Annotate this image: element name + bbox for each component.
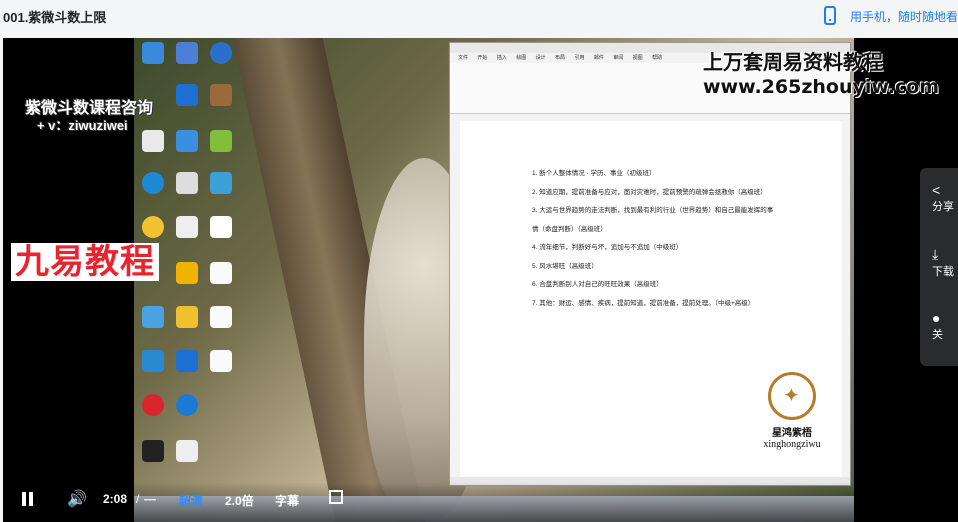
xinghong-logo: 星鸿紫梧 xinghongziwu bbox=[755, 372, 829, 462]
list-item: 2. 知道应期，提前准备与应对，面对灾难时，提前预警的疏弹会拯救你（高级班） bbox=[532, 188, 767, 196]
desktop-icon bbox=[134, 216, 172, 240]
player-controls: 🔊 2:08 / --- 超清 2.0倍 字幕 bbox=[3, 482, 958, 522]
pause-button[interactable] bbox=[21, 492, 35, 506]
word-menu-item: 视图 bbox=[632, 55, 643, 61]
list-item: 3. 大运与世界趋势的走法判断，找到最有利的行业（世界趋势）和自己最能发挥的事 bbox=[532, 207, 774, 214]
desktop-icon bbox=[202, 262, 240, 286]
share-icon: < bbox=[932, 182, 941, 198]
url-overlay: www.265zhouyiw.com bbox=[703, 76, 940, 98]
quality-button[interactable]: 超清 bbox=[179, 492, 203, 509]
resources-overlay: 上万套周易资料教程 bbox=[703, 52, 883, 74]
close-lights-button[interactable]: ● 关 bbox=[932, 310, 958, 342]
word-menu-item: 邮件 bbox=[593, 55, 604, 61]
wechat-overlay: + v：ziwuziwei bbox=[37, 118, 128, 133]
side-panel: < 分享 ⤓ 下载 ● 关 bbox=[920, 168, 958, 366]
desktop-icon bbox=[134, 130, 172, 154]
brand-overlay: 九易教程 bbox=[11, 243, 159, 281]
download-icon: ⤓ bbox=[932, 246, 939, 262]
word-menu-item: 文件 bbox=[458, 55, 469, 61]
list-item: 4. 流年细节，判断好与坏，追加与不追加（中级班） bbox=[532, 244, 683, 251]
current-time: 2:08 bbox=[103, 492, 128, 506]
list-item: 5. 风水堪旺（高级班） bbox=[532, 262, 598, 270]
desktop-icon bbox=[168, 42, 206, 66]
desktop-icon bbox=[202, 84, 240, 108]
desktop-icon bbox=[168, 262, 206, 286]
close-lights-label: 关 bbox=[932, 329, 943, 341]
list-item: 7. 其他：财运、感情、疾病，提前知道，提前准备，提前处理。（中级+高级） bbox=[532, 299, 755, 307]
watch-on-phone-link[interactable]: 用手机，随时随地看 bbox=[850, 8, 958, 25]
page-title: 001.紫微斗数上限 bbox=[3, 10, 107, 25]
download-button[interactable]: ⤓ 下载 bbox=[932, 246, 958, 279]
word-menu-item: 插入 bbox=[496, 55, 507, 61]
star-logo-icon bbox=[768, 372, 816, 420]
fullscreen-icon[interactable] bbox=[329, 490, 343, 504]
desktop-icon bbox=[202, 130, 240, 154]
desktop-icon bbox=[202, 42, 240, 66]
desktop-icon bbox=[134, 172, 172, 196]
word-menu-item: 绘图 bbox=[516, 55, 527, 61]
desktop-icon bbox=[202, 216, 240, 240]
desktop-icon bbox=[134, 394, 172, 418]
word-menu-item: 开始 bbox=[477, 55, 488, 61]
word-menu-item: 引用 bbox=[574, 55, 585, 61]
top-bar: 001.紫微斗数上限 用手机，随时随地看 bbox=[0, 0, 958, 38]
desktop-icon bbox=[168, 130, 206, 154]
video-player[interactable]: 文件 开始 插入 绘图 设计 布局 引用 邮件 审阅 视图 帮助 1. 断个人整… bbox=[3, 38, 958, 522]
phone-icon[interactable] bbox=[824, 6, 836, 25]
download-label: 下载 bbox=[932, 266, 954, 278]
share-label: 分享 bbox=[932, 201, 954, 213]
document-list: 1. 断个人整体情况 · 学历、事业（初级班） 2. 知道应期，提前准备与应对，… bbox=[532, 170, 832, 319]
list-item: 情（命盘判断）（高级班） bbox=[532, 225, 607, 233]
desktop-icon bbox=[134, 42, 172, 66]
speed-button[interactable]: 2.0倍 bbox=[225, 492, 254, 509]
desktop-icon bbox=[168, 306, 206, 330]
bulb-icon: ● bbox=[932, 310, 941, 326]
desktop-icon bbox=[168, 440, 206, 464]
desktop-icon bbox=[134, 306, 172, 330]
desktop-icon bbox=[168, 172, 206, 196]
desktop-icon bbox=[134, 350, 172, 374]
logo-english-name: xinghongziwu bbox=[763, 439, 821, 450]
time-separator: / bbox=[136, 492, 140, 506]
desktop-icon bbox=[168, 84, 206, 108]
list-item: 6. 合盘判断别人对自己的旺旺效果（高级班） bbox=[532, 281, 663, 288]
desktop-icon bbox=[168, 216, 206, 240]
desktop-icon bbox=[168, 394, 206, 418]
list-item: 1. 断个人整体情况 · 学历、事业（初级班） bbox=[532, 170, 656, 177]
desktop-icon bbox=[202, 172, 240, 196]
word-menu-item: 设计 bbox=[535, 55, 546, 61]
subtitle-button[interactable]: 字幕 bbox=[275, 492, 299, 509]
volume-icon[interactable]: 🔊 bbox=[67, 489, 87, 509]
duration: --- bbox=[144, 492, 156, 506]
desktop-icon bbox=[202, 350, 240, 374]
word-menu-item: 审阅 bbox=[613, 55, 624, 61]
word-menu-item: 帮助 bbox=[652, 55, 663, 61]
logo-chinese-name: 星鸿紫梧 bbox=[772, 428, 812, 439]
desktop-icon bbox=[134, 440, 172, 464]
desktop-icon bbox=[202, 306, 240, 330]
desktop-icon bbox=[168, 350, 206, 374]
share-button[interactable]: < 分享 bbox=[932, 182, 958, 214]
word-menu-item: 布局 bbox=[555, 55, 566, 61]
